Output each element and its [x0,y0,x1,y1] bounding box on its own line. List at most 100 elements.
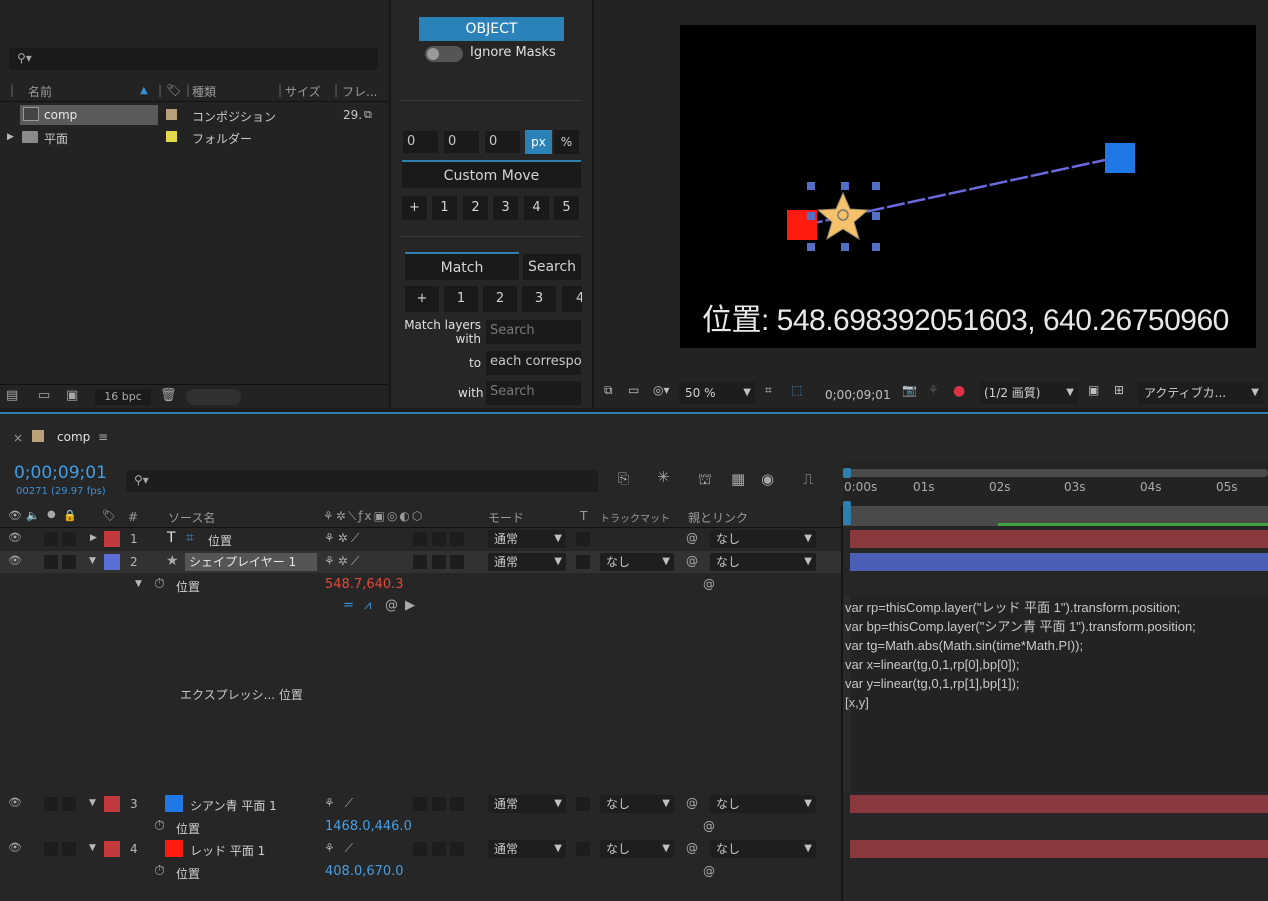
comp-flowchart-icon[interactable]: ⎘ [618,472,629,486]
work-area-bar[interactable] [843,506,1268,526]
custom-move-tab[interactable]: Custom Move [402,160,581,188]
column-type[interactable]: 種類 [192,83,216,100]
move-5-button[interactable]: 5 [554,196,579,220]
project-search-input[interactable]: ⚲▾ [9,48,378,70]
track-matte-dropdown[interactable]: なし ▼ [600,553,674,571]
audio-icon[interactable]: 🔈 [26,510,40,521]
comp-tab-title[interactable]: comp [57,430,90,444]
label-tag-icon[interactable]: 🏷 [102,510,116,521]
parent-dropdown[interactable]: なし ▼ [710,530,816,548]
position-text-layer[interactable]: 位置: 548.698392051603, 640.26750960 [702,295,1229,339]
blend-mode-dropdown[interactable]: 通常 ▼ [488,795,566,813]
layer-bar-4[interactable] [850,840,1268,858]
layer-row-4[interactable]: 👁 ▼ 4 レッド 平面 1 ⚘ ⟋ 通常 ▼ なし ▼ @ なし ▼ [0,838,843,860]
y-input[interactable]: 0 [444,131,479,153]
stopwatch-icon[interactable]: ⏱ [154,818,165,834]
x-input[interactable]: 0 [403,131,438,153]
collapse-arrow-icon[interactable]: ▼ [89,843,96,853]
pickwhip-icon[interactable]: @ [686,531,698,545]
layer-label-color[interactable] [104,841,120,857]
position-value[interactable]: 1468.0,446.0 [325,819,412,834]
label-tag-icon[interactable]: 🏷 [166,83,181,97]
layer-search-input[interactable]: ⚲▾ [126,470,598,492]
pickwhip-icon[interactable]: @ [703,577,715,591]
project-item-comp[interactable]: comp コンポジション 29. ⧉ [0,104,388,126]
expand-arrow-icon[interactable]: ▶ [7,132,14,142]
interpret-footage-icon[interactable]: ▤ [6,389,18,402]
collapse-arrow-icon[interactable]: ▼ [135,579,142,589]
eye-icon[interactable]: 👁 [8,532,22,543]
composition-canvas[interactable]: 位置: 548.698392051603, 640.26750960 [680,25,1256,348]
collapse-arrow-icon[interactable]: ▼ [89,556,96,566]
shy-layers-icon[interactable]: ⛫ [698,472,712,487]
match-4-button[interactable]: 4 [562,286,582,312]
expression-language-menu-icon[interactable]: ▶ [405,598,415,613]
camera-dropdown[interactable]: アクティブカ... ▼ [1138,382,1263,404]
property-position-row[interactable]: ▼ ⏱ 位置 548.7,640.3 @ [0,574,843,596]
label-color-swatch[interactable] [166,131,177,142]
layer-row-3[interactable]: 👁 ▼ 3 シアン青 平面 1 ⚘ ⟋ 通常 ▼ なし ▼ @ なし ▼ [0,793,843,815]
fast-preview-icon[interactable]: ▣ [1088,384,1099,396]
panel-divider[interactable] [841,506,843,901]
new-folder-icon[interactable]: ▭ [38,389,50,402]
always-preview-icon[interactable]: ⧉ [604,384,613,396]
layer-switches[interactable]: ⚘✲⟋ [324,554,362,569]
pickwhip-icon[interactable]: @ [686,796,698,810]
search-tab[interactable]: Search [523,254,581,280]
unit-px-button[interactable]: px [525,130,552,154]
match-layers-search-input[interactable]: Search [486,320,581,344]
expand-arrow-icon[interactable]: ▶ [90,533,97,543]
object-tab[interactable]: OBJECT [419,17,564,41]
move-3-button[interactable]: 3 [493,196,518,220]
column-t[interactable]: T [580,509,587,523]
layer-switches[interactable]: ⚘ ⟋ [324,796,356,811]
layer-switches[interactable]: ⚘✲⟋ [324,531,362,546]
layer-bar-1[interactable] [850,530,1268,548]
parent-dropdown[interactable]: なし ▼ [710,553,816,571]
with-search-input[interactable]: Search [486,381,581,405]
new-composition-icon[interactable]: ▣ [66,389,78,402]
expression-editor[interactable]: var rp=thisComp.layer("レッド 平面 1").transf… [843,596,1268,792]
position-value[interactable]: 548.7,640.3 [325,577,404,592]
to-dropdown[interactable]: each correspon [486,351,581,375]
star-shape[interactable] [816,191,870,241]
parent-dropdown[interactable]: なし ▼ [710,840,816,858]
match-1-button[interactable]: 1 [444,286,478,312]
layer-label-color[interactable] [104,796,120,812]
parent-dropdown[interactable]: なし ▼ [710,795,816,813]
column-frame[interactable]: フレ... [342,83,377,100]
current-timecode[interactable]: 0;00;09;01 [14,463,107,483]
draft-3d-icon[interactable]: ✳ [657,470,670,485]
blend-mode-dropdown[interactable]: 通常 ▼ [488,840,566,858]
z-input[interactable]: 0 [485,131,520,153]
tab-menu-icon[interactable]: ≡ [98,430,108,444]
eye-icon[interactable]: 👁 [8,555,22,566]
column-source-name[interactable]: ソース名 [168,509,215,526]
pickwhip-icon[interactable]: @ [686,554,698,568]
expression-code[interactable]: var rp=thisComp.layer("レッド 平面 1").transf… [845,598,1196,712]
zoom-dropdown[interactable]: 50 % ▼ [679,382,755,404]
region-of-interest-icon[interactable]: ⌗ [765,384,772,396]
blue-solid[interactable] [1105,143,1135,173]
transparency-grid-icon[interactable]: ⬚ [791,384,802,396]
layer-row-2[interactable]: 👁 ▼ 2 ★ シェイプレイヤー 1 ⚘✲⟋ 通常 ▼ なし ▼ @ なし ▼ [0,551,843,573]
layer-row-1[interactable]: 👁 ▶ 1 T ⌗ 位置 ⚘✲⟋ 通常 ▼ @ なし ▼ [0,528,843,550]
eye-icon[interactable]: 👁 [8,842,22,853]
solo-icon[interactable]: ● [47,510,56,520]
layer-switches[interactable]: ⚘ ⟋ [324,841,356,856]
eye-icon[interactable]: 👁 [8,797,22,808]
resolution-dropdown[interactable]: (1/2 画質) ▼ [980,382,1078,404]
current-time-indicator[interactable] [843,501,851,525]
bit-depth-button[interactable]: 16 bpc [95,389,151,405]
ignore-masks-toggle[interactable] [425,46,463,62]
move-2-button[interactable]: 2 [463,196,488,220]
move-4-button[interactable]: 4 [524,196,549,220]
pickwhip-icon[interactable]: @ [703,819,715,833]
viewer-timecode[interactable]: 0;00;09;01 [825,388,891,402]
column-name[interactable]: 名前 [28,83,52,100]
time-ruler[interactable]: 0:00s 01s 02s 03s 04s 05s [843,462,1268,506]
blend-mode-dropdown[interactable]: 通常 ▼ [488,553,566,571]
column-number[interactable]: # [128,510,138,524]
blend-mode-dropdown[interactable]: 通常 ▼ [488,530,566,548]
pickwhip-icon[interactable]: @ [703,864,715,878]
